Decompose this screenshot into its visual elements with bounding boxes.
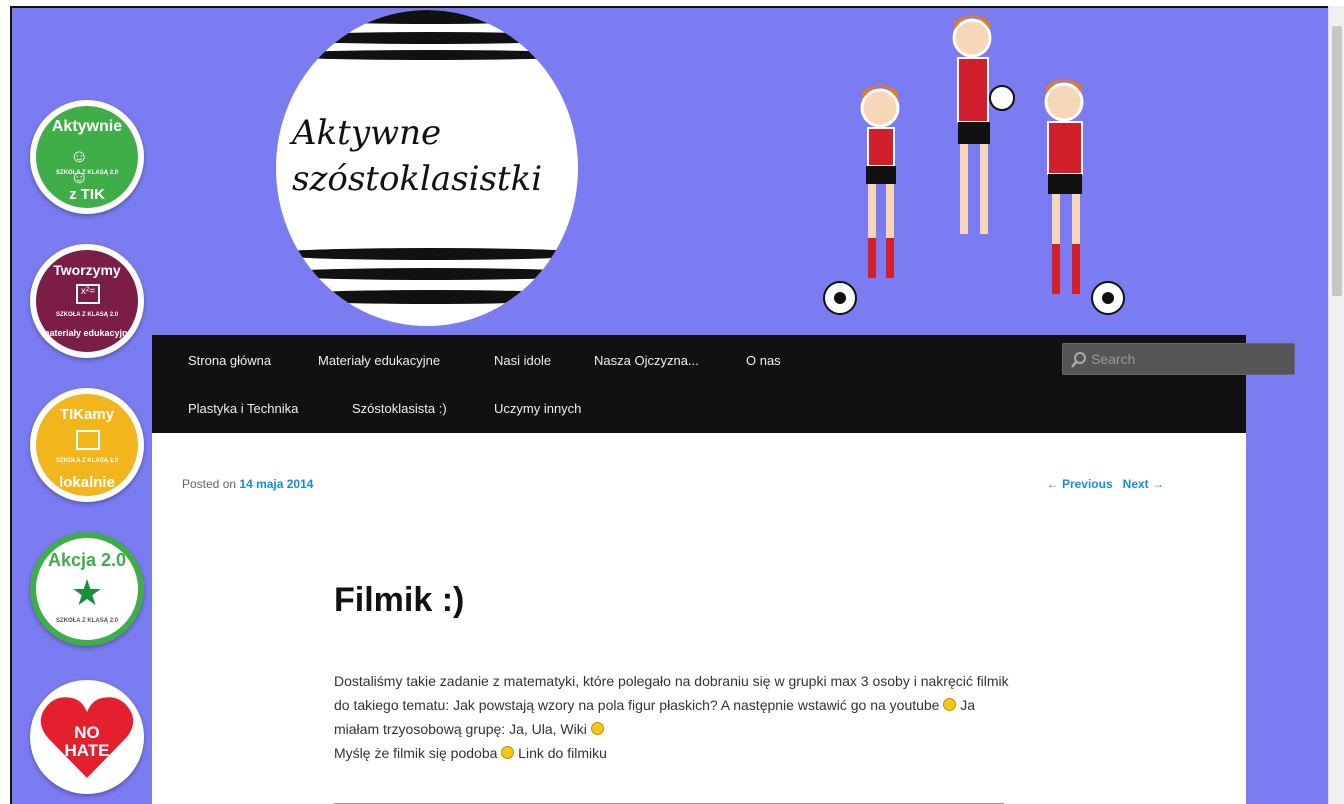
nav-item-szostoklasista[interactable]: Szóstoklasista :)	[352, 401, 447, 416]
post-text: Dostaliśmy takie zadanie z matematyki, k…	[334, 673, 1009, 713]
smiley-icon	[501, 746, 515, 759]
nav-item-materialy-edukacyjne[interactable]: Materiały edukacyjne	[318, 353, 440, 368]
next-post-link[interactable]: Next →	[1123, 477, 1164, 491]
badge-bottom-text: z TIK	[69, 186, 105, 203]
scrollbar-thumb[interactable]	[1332, 26, 1342, 296]
smiley-icon	[590, 722, 604, 735]
smiley-icon	[943, 698, 957, 711]
badge-label: SZKOŁA Z KLASĄ 2.0	[55, 618, 119, 624]
soccer-girl-middle	[952, 15, 1015, 234]
soccer-girl-left	[823, 85, 900, 315]
nav-item-o-nas[interactable]: O nas	[746, 353, 781, 368]
scrollbar[interactable]	[1328, 6, 1344, 804]
whiteboard-icon: x²=	[76, 284, 100, 304]
logo-stripe	[276, 290, 578, 304]
badge-label: SZKOŁA Z KLASĄ 2.0	[55, 170, 119, 176]
soccer-girls-illustration	[823, 15, 1125, 315]
search-box	[1062, 343, 1295, 375]
logo-stripe	[276, 50, 578, 60]
nav-item-nasza-ojczyzna[interactable]: Nasza Ojczyzna...	[594, 353, 699, 368]
badge-top-text: Akcja 2.0	[47, 550, 127, 570]
posted-on-label: Posted on	[182, 477, 237, 491]
badge-aktywnie-z-tik[interactable]: Aktywnie ☺☺ SZKOŁA Z KLASĄ 2.0 z TIK	[30, 100, 144, 214]
badge-top-text: Tworzymy	[53, 262, 121, 278]
post-title: Filmik :)	[334, 581, 465, 619]
site-logo[interactable]: Aktywne szóstoklasistki	[276, 10, 578, 326]
badge-bottom-text: materiały edukacyjne	[41, 328, 133, 338]
video-link[interactable]: Link do filmiku	[514, 745, 607, 761]
search-input[interactable]	[1091, 344, 1291, 374]
badge-no-hate[interactable]: NO HATE	[30, 680, 144, 794]
nav-item-plastyka-i-technika[interactable]: Plastyka i Technika	[188, 401, 298, 416]
post-text: Myślę że filmik się podoba	[334, 745, 502, 761]
search-icon	[1071, 352, 1086, 368]
logo-stripe	[276, 268, 578, 280]
main-navigation: Strona główna Materiały edukacyjne Nasi …	[152, 335, 1295, 433]
badge-tworzymy-materialy[interactable]: Tworzymy x²= SZKOŁA Z KLASĄ 2.0 materiał…	[30, 244, 144, 358]
map-icon	[76, 430, 100, 450]
logo-stripe	[276, 10, 578, 24]
nav-item-uczymy-innych[interactable]: Uczymy innych	[494, 401, 581, 416]
badge-top-text: TIKamy	[59, 406, 115, 423]
badge-bottom-text: lokalnie	[59, 474, 115, 491]
post-date-link[interactable]: 14 maja 2014	[239, 477, 313, 491]
post-navigation: ← Previous Next →	[1047, 477, 1164, 491]
logo-stripe	[276, 248, 578, 260]
post-content: Posted on 14 maja 2014 ← Previous Next →…	[152, 433, 1246, 804]
site-title-line2: szóstoklasistki	[292, 159, 543, 199]
nav-item-strona-glowna[interactable]: Strona główna	[188, 353, 271, 368]
badge-akcja-2-0[interactable]: Akcja 2.0 ★ SZKOŁA Z KLASĄ 2.0	[30, 532, 144, 646]
page-viewport: Aktywne szóstoklasistki Aktywnie ☺☺ SZKO…	[10, 6, 1328, 804]
badge-top-text: Aktywnie	[51, 118, 123, 135]
site-title: Aktywne szóstoklasistki	[292, 110, 578, 202]
post-meta: Posted on 14 maja 2014	[182, 477, 313, 491]
nav-item-nasi-idole[interactable]: Nasi idole	[494, 353, 551, 368]
people-icon: ☺☺	[70, 146, 89, 187]
post-body: Dostaliśmy takie zadanie z matematyki, k…	[334, 669, 1014, 765]
logo-stripe	[276, 32, 578, 44]
badge-label: SZKOŁA Z KLASĄ 2.0	[55, 312, 119, 318]
star-icon: ★	[70, 572, 104, 613]
badge-label: SZKOŁA Z KLASĄ 2.0	[55, 458, 119, 464]
site-title-line1: Aktywne	[292, 113, 442, 153]
badge-top-text: NO	[74, 723, 100, 742]
badge-bottom-text: HATE	[64, 741, 110, 760]
badge-tikamy-lokalnie[interactable]: TIKamy SZKOŁA Z KLASĄ 2.0 lokalnie	[30, 388, 144, 502]
previous-post-link[interactable]: ← Previous	[1047, 477, 1113, 491]
soccer-girl-right	[1044, 79, 1125, 315]
